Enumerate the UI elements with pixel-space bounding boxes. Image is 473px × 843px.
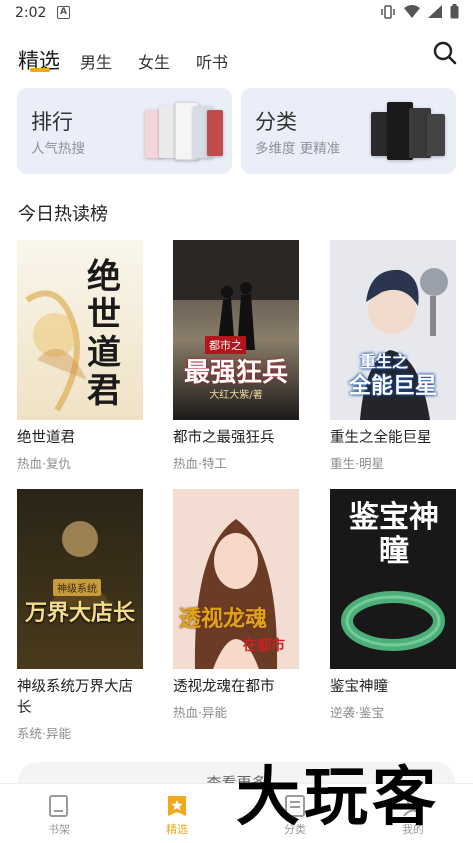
search-icon [433,41,457,65]
nav-featured[interactable]: 精选 [142,794,212,837]
category-book-stack [371,102,447,162]
book-cover: 绝世道君 [17,240,143,420]
cover-author: 大红大紫/著 [209,390,263,401]
notification-a-icon: A [57,6,70,19]
ranking-subtitle: 人气热搜 [31,141,85,157]
book-tags: 热血·异能 [173,705,227,720]
nav-bookshelf[interactable]: 书架 [24,794,94,837]
book-title: 绝世道君 [17,430,75,446]
book-title: 神级系统万界大店长 [17,679,133,716]
book-cover: 神级系统 万界大店长 [17,489,143,669]
tab-male[interactable]: 男生 [80,52,112,74]
search-button[interactable] [432,40,458,66]
book-cover: 都市之 最强狂兵 大红大紫/著 [173,240,299,420]
book-title: 都市之最强狂兵 [173,430,275,446]
book-item[interactable]: 重生之 全能巨星 重生之全能巨星 重生·明星 [330,240,460,472]
book-tags: 逆袭·鉴宝 [330,705,384,720]
book-tags: 重生·明星 [330,456,384,471]
book-title: 鉴宝神瞳 [330,679,388,695]
nav-bookshelf-label: 书架 [48,823,70,836]
vibrate-icon [381,4,395,19]
status-time: 2:02 [15,5,47,21]
book-tags: 系统·异能 [17,726,71,741]
tab-female[interactable]: 女生 [138,52,170,74]
signal-icon [428,5,442,18]
cover-title: 全能巨星 [348,374,437,399]
ranking-title: 排行 [31,110,73,134]
category-title: 分类 [255,110,297,134]
book-tags: 热血·特工 [173,456,227,471]
cover-title: 透视龙魂 [179,606,268,632]
cover-badge: 在都市 [243,638,285,654]
cover-title: 最强狂兵 [183,358,288,388]
book-tags: 热血·复仇 [17,456,71,471]
book-cover: 透视龙魂 在都市 [173,489,299,669]
active-tab-indicator [30,68,50,72]
section-title: 今日热读榜 [18,204,108,225]
status-bar: 2:02 A [0,0,473,26]
book-item[interactable]: 透视龙魂 在都市 透视龙魂在都市 热血·异能 [173,489,303,721]
cover-title: 万界大店长 [24,600,135,626]
book-cover: 鉴宝神瞳 [330,489,456,669]
book-item[interactable]: 鉴宝神瞳 鉴宝神瞳 逆袭·鉴宝 [330,489,460,721]
featured-star-icon [168,796,186,816]
watermark: 大玩客 [236,760,440,835]
ranking-card[interactable]: 排行 人气热搜 [17,88,232,174]
book-title: 重生之全能巨星 [330,430,432,446]
battery-icon [450,4,459,19]
cover-title: 鉴宝神瞳 [349,500,439,569]
nav-featured-label: 精选 [166,823,188,836]
ranking-book-stack [145,102,225,162]
book-item[interactable]: 都市之 最强狂兵 大红大紫/著 都市之最强狂兵 热血·特工 [173,240,303,472]
book-title: 透视龙魂在都市 [173,679,275,695]
bookshelf-icon [49,795,68,817]
wifi-icon [404,5,420,18]
cover-title: 绝世道君 [87,257,121,411]
book-cover: 重生之 全能巨星 [330,240,456,420]
tab-audiobook[interactable]: 听书 [196,52,228,74]
category-subtitle: 多维度 更精准 [255,141,341,157]
category-tabs: 精选 男生 女生 听书 [18,38,254,74]
cover-badge: 神级系统 [53,579,101,596]
category-card[interactable]: 分类 多维度 更精准 [241,88,456,174]
book-item[interactable]: 绝世道君 绝世道君 热血·复仇 [17,240,147,472]
book-item[interactable]: 神级系统 万界大店长 神级系统万界大店长 系统·异能 [17,489,147,742]
